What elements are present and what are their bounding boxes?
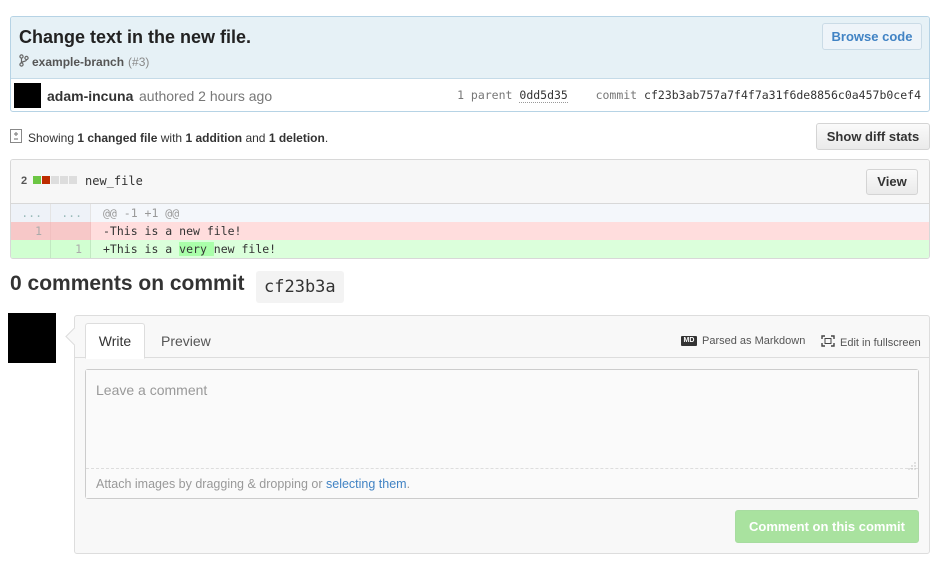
diffstat-blocks <box>33 176 78 184</box>
summary-files: 1 changed file <box>77 130 158 145</box>
hunk-old-line-number[interactable]: ... <box>11 204 51 222</box>
commit-header: Change text in the new file. example-bra… <box>10 16 930 112</box>
attach-images-bar: Attach images by dragging & dropping or … <box>86 468 918 498</box>
tab-preview[interactable]: Preview <box>161 333 211 349</box>
browse-code-button[interactable]: Browse code <box>822 23 922 50</box>
diff-hunk-row: ... ... @@ -1 +1 @@ <box>11 204 929 222</box>
added-line-suffix: new file! <box>213 242 277 256</box>
commit-title: Change text in the new file. <box>19 27 252 47</box>
parent-sha-link[interactable]: 0dd5d35 <box>519 88 568 103</box>
resize-grip-icon[interactable] <box>908 458 916 473</box>
comment-submit-button[interactable]: Comment on this commit <box>735 510 919 543</box>
summary-deletions: 1 deletion <box>268 130 325 145</box>
fullscreen-link[interactable]: Edit in fullscreen <box>821 335 921 350</box>
attach-end: . <box>406 477 411 491</box>
deleted-line: -This is a new file! <box>103 224 242 238</box>
avatar[interactable] <box>14 83 41 108</box>
added-word-highlight: very <box>179 242 214 256</box>
summary-with: with <box>160 130 183 145</box>
summary-prefix: Showing <box>28 130 75 145</box>
select-images-link[interactable]: selecting them <box>326 477 407 491</box>
summary-additions: 1 addition <box>185 130 243 145</box>
commit-sha-chip: cf23b3a <box>256 271 344 303</box>
file-diff: 2 new_file View ... ... @@ -1 +1 @@ 1 -T… <box>10 159 930 259</box>
branch-icon <box>19 54 29 70</box>
old-line-number-empty[interactable] <box>11 240 51 258</box>
comment-input[interactable] <box>86 370 918 468</box>
file-name[interactable]: new_file <box>85 174 143 188</box>
fullscreen-label: Edit in fullscreen <box>840 336 921 349</box>
markdown-hint-label: Parsed as Markdown <box>702 335 806 347</box>
summary-period: . <box>324 130 329 145</box>
hunk-header: @@ -1 +1 @@ <box>103 206 180 220</box>
commit-sha: cf23b3ab757a7f4f7a31f6de8856c0a457b0cef4 <box>644 88 921 102</box>
view-file-button[interactable]: View <box>866 169 918 195</box>
added-line: +This is a very new file! <box>91 240 929 258</box>
comment-form: Write Preview MD Parsed as Markdown Edit… <box>74 315 930 554</box>
diff-deleted-row: 1 -This is a new file! <box>11 222 929 240</box>
file-header: 2 new_file View <box>11 160 929 204</box>
commit-label: commit <box>595 88 638 102</box>
old-line-number[interactable]: 1 <box>11 222 51 240</box>
new-line-number[interactable]: 1 <box>51 240 91 258</box>
sha-block: 1 parent 0dd5d35 commit cf23b3ab757a7f4f… <box>457 88 921 103</box>
hunk-new-line-number[interactable]: ... <box>51 204 91 222</box>
markdown-icon: MD <box>681 336 697 346</box>
commenter-avatar[interactable] <box>8 313 56 363</box>
authored-time: authored 2 hours ago <box>139 88 273 104</box>
new-line-number-empty[interactable] <box>51 222 91 240</box>
pull-request-ref[interactable]: (#3) <box>128 55 149 69</box>
comment-textarea-wrap: Attach images by dragging & dropping or … <box>85 369 919 499</box>
markdown-hint[interactable]: MD Parsed as Markdown <box>681 335 805 347</box>
branch-line: example-branch (#3) <box>19 54 149 70</box>
file-change-count: 2 <box>21 175 28 187</box>
commit-meta: adam-incuna authored 2 hours ago 1 paren… <box>11 79 929 111</box>
summary-and: and <box>245 130 266 145</box>
author-name[interactable]: adam-incuna <box>47 88 133 104</box>
diff-file-icon <box>10 129 22 146</box>
fullscreen-icon <box>821 335 835 350</box>
comments-heading: 0 comments on commit <box>10 272 245 295</box>
added-line-prefix: +This is a <box>103 242 180 256</box>
branch-name[interactable]: example-branch <box>32 55 124 69</box>
diff-added-row: 1 +This is a very new file! <box>11 240 929 258</box>
diff-summary: Showing 1 changed file with 1 addition a… <box>10 129 328 146</box>
parent-label: 1 parent <box>457 88 513 102</box>
commit-title-area: Change text in the new file. example-bra… <box>11 17 929 79</box>
comment-tabs: Write Preview MD Parsed as Markdown Edit… <box>75 316 929 359</box>
tab-write[interactable]: Write <box>85 323 145 359</box>
attach-text: Attach images by dragging & dropping or <box>96 477 326 491</box>
show-diff-stats-button[interactable]: Show diff stats <box>816 123 930 150</box>
